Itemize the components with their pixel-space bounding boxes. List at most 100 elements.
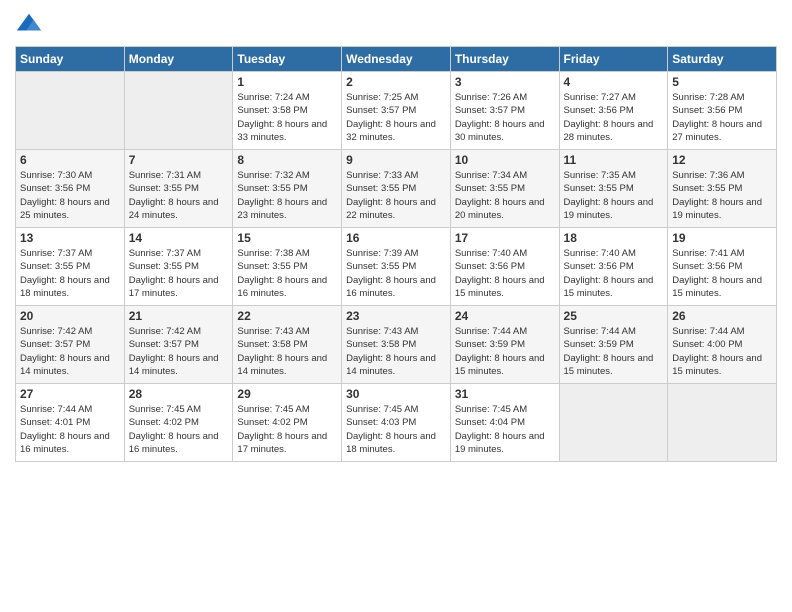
day-number: 29 bbox=[237, 387, 337, 401]
day-info: Sunrise: 7:45 AMSunset: 4:03 PMDaylight:… bbox=[346, 403, 446, 456]
calendar-week-row: 1 Sunrise: 7:24 AMSunset: 3:58 PMDaylight… bbox=[16, 72, 777, 150]
day-info: Sunrise: 7:25 AMSunset: 3:57 PMDaylight:… bbox=[346, 91, 446, 144]
day-number: 27 bbox=[20, 387, 120, 401]
day-info: Sunrise: 7:34 AMSunset: 3:55 PMDaylight:… bbox=[455, 169, 555, 222]
day-info: Sunrise: 7:40 AMSunset: 3:56 PMDaylight:… bbox=[564, 247, 664, 300]
day-info: Sunrise: 7:32 AMSunset: 3:55 PMDaylight:… bbox=[237, 169, 337, 222]
day-number: 2 bbox=[346, 75, 446, 89]
page-header bbox=[15, 10, 777, 38]
calendar-day-header: Saturday bbox=[668, 47, 777, 72]
day-info: Sunrise: 7:39 AMSunset: 3:55 PMDaylight:… bbox=[346, 247, 446, 300]
calendar-cell bbox=[16, 72, 125, 150]
day-number: 30 bbox=[346, 387, 446, 401]
day-number: 18 bbox=[564, 231, 664, 245]
day-number: 5 bbox=[672, 75, 772, 89]
calendar-cell: 7Sunrise: 7:31 AMSunset: 3:55 PMDaylight… bbox=[124, 150, 233, 228]
logo bbox=[15, 10, 47, 38]
calendar-day-header: Wednesday bbox=[342, 47, 451, 72]
calendar-cell: 22Sunrise: 7:43 AMSunset: 3:58 PMDayligh… bbox=[233, 306, 342, 384]
calendar-cell: 18 Sunrise: 7:40 AMSunset: 3:56 PMDayligh… bbox=[559, 228, 668, 306]
day-info: Sunrise: 7:38 AMSunset: 3:55 PMDaylight:… bbox=[237, 247, 337, 300]
calendar-cell: 21 Sunrise: 7:42 AMSunset: 3:57 PMDayligh… bbox=[124, 306, 233, 384]
day-info: Sunrise: 7:44 AMSunset: 3:59 PMDaylight:… bbox=[564, 325, 664, 378]
day-number: 6 bbox=[20, 153, 120, 167]
day-number: 12 bbox=[672, 153, 772, 167]
day-info: Sunrise: 7:41 AMSunset: 3:56 PMDaylight:… bbox=[672, 247, 772, 300]
calendar-cell: 8 Sunrise: 7:32 AMSunset: 3:55 PMDaylight… bbox=[233, 150, 342, 228]
calendar-week-row: 20 Sunrise: 7:42 AMSunset: 3:57 PMDayligh… bbox=[16, 306, 777, 384]
day-info: Sunrise: 7:44 AMSunset: 3:59 PMDaylight:… bbox=[455, 325, 555, 378]
day-info: Sunrise: 7:36 AMSunset: 3:55 PMDaylight:… bbox=[672, 169, 772, 222]
calendar-cell: 2 Sunrise: 7:25 AMSunset: 3:57 PMDaylight… bbox=[342, 72, 451, 150]
calendar-cell: 14Sunrise: 7:37 AMSunset: 3:55 PMDayligh… bbox=[124, 228, 233, 306]
day-number: 17 bbox=[455, 231, 555, 245]
day-info: Sunrise: 7:42 AMSunset: 3:57 PMDaylight:… bbox=[129, 325, 229, 378]
calendar-day-header: Tuesday bbox=[233, 47, 342, 72]
day-number: 4 bbox=[564, 75, 664, 89]
calendar-week-row: 6Sunrise: 7:30 AMSunset: 3:56 PMDaylight… bbox=[16, 150, 777, 228]
day-info: Sunrise: 7:43 AMSunset: 3:58 PMDaylight:… bbox=[346, 325, 446, 378]
calendar-cell: 20Sunrise: 7:42 AMSunset: 3:57 PMDayligh… bbox=[16, 306, 125, 384]
day-number: 9 bbox=[346, 153, 446, 167]
calendar-cell: 24Sunrise: 7:44 AMSunset: 3:59 PMDayligh… bbox=[450, 306, 559, 384]
calendar-cell: 27 Sunrise: 7:44 AMSunset: 4:01 PMDayligh… bbox=[16, 384, 125, 462]
day-number: 7 bbox=[129, 153, 229, 167]
day-info: Sunrise: 7:24 AMSunset: 3:58 PMDaylight:… bbox=[237, 91, 337, 144]
calendar-cell: 23 Sunrise: 7:43 AMSunset: 3:58 PMDayligh… bbox=[342, 306, 451, 384]
calendar-cell: 30 Sunrise: 7:45 AMSunset: 4:03 PMDayligh… bbox=[342, 384, 451, 462]
day-info: Sunrise: 7:44 AMSunset: 4:00 PMDaylight:… bbox=[672, 325, 772, 378]
day-number: 25 bbox=[564, 309, 664, 323]
calendar-cell: 9Sunrise: 7:33 AMSunset: 3:55 PMDaylight… bbox=[342, 150, 451, 228]
day-number: 23 bbox=[346, 309, 446, 323]
calendar-cell: 10 Sunrise: 7:34 AMSunset: 3:55 PMDayligh… bbox=[450, 150, 559, 228]
calendar-day-header: Thursday bbox=[450, 47, 559, 72]
calendar-cell bbox=[668, 384, 777, 462]
calendar-cell: 6Sunrise: 7:30 AMSunset: 3:56 PMDaylight… bbox=[16, 150, 125, 228]
calendar-cell: 28 Sunrise: 7:45 AMSunset: 4:02 PMDayligh… bbox=[124, 384, 233, 462]
calendar-cell: 5Sunrise: 7:28 AMSunset: 3:56 PMDaylight… bbox=[668, 72, 777, 150]
day-number: 15 bbox=[237, 231, 337, 245]
calendar-cell: 31 Sunrise: 7:45 AMSunset: 4:04 PMDayligh… bbox=[450, 384, 559, 462]
calendar-cell: 4 Sunrise: 7:27 AMSunset: 3:56 PMDaylight… bbox=[559, 72, 668, 150]
day-number: 21 bbox=[129, 309, 229, 323]
day-number: 19 bbox=[672, 231, 772, 245]
day-number: 20 bbox=[20, 309, 120, 323]
logo-icon bbox=[15, 10, 43, 38]
calendar-table: SundayMondayTuesdayWednesdayThursdayFrid… bbox=[15, 46, 777, 462]
day-number: 26 bbox=[672, 309, 772, 323]
day-number: 14 bbox=[129, 231, 229, 245]
day-number: 8 bbox=[237, 153, 337, 167]
calendar-day-header: Monday bbox=[124, 47, 233, 72]
day-info: Sunrise: 7:40 AMSunset: 3:56 PMDaylight:… bbox=[455, 247, 555, 300]
day-info: Sunrise: 7:44 AMSunset: 4:01 PMDaylight:… bbox=[20, 403, 120, 456]
day-number: 1 bbox=[237, 75, 337, 89]
calendar-day-header: Sunday bbox=[16, 47, 125, 72]
calendar-cell: 13 Sunrise: 7:37 AMSunset: 3:55 PMDayligh… bbox=[16, 228, 125, 306]
calendar-cell bbox=[559, 384, 668, 462]
day-number: 11 bbox=[564, 153, 664, 167]
day-info: Sunrise: 7:27 AMSunset: 3:56 PMDaylight:… bbox=[564, 91, 664, 144]
day-number: 28 bbox=[129, 387, 229, 401]
calendar-cell bbox=[124, 72, 233, 150]
day-number: 31 bbox=[455, 387, 555, 401]
day-info: Sunrise: 7:37 AMSunset: 3:55 PMDaylight:… bbox=[20, 247, 120, 300]
day-info: Sunrise: 7:26 AMSunset: 3:57 PMDaylight:… bbox=[455, 91, 555, 144]
calendar-cell: 17 Sunrise: 7:40 AMSunset: 3:56 PMDayligh… bbox=[450, 228, 559, 306]
calendar-week-row: 27 Sunrise: 7:44 AMSunset: 4:01 PMDayligh… bbox=[16, 384, 777, 462]
calendar-cell: 29 Sunrise: 7:45 AMSunset: 4:02 PMDayligh… bbox=[233, 384, 342, 462]
calendar-cell: 25 Sunrise: 7:44 AMSunset: 3:59 PMDayligh… bbox=[559, 306, 668, 384]
day-number: 3 bbox=[455, 75, 555, 89]
page-container: SundayMondayTuesdayWednesdayThursdayFrid… bbox=[0, 0, 792, 472]
calendar-day-header: Friday bbox=[559, 47, 668, 72]
calendar-cell: 19 Sunrise: 7:41 AMSunset: 3:56 PMDayligh… bbox=[668, 228, 777, 306]
day-info: Sunrise: 7:45 AMSunset: 4:02 PMDaylight:… bbox=[237, 403, 337, 456]
calendar-cell: 3 Sunrise: 7:26 AMSunset: 3:57 PMDaylight… bbox=[450, 72, 559, 150]
day-info: Sunrise: 7:45 AMSunset: 4:02 PMDaylight:… bbox=[129, 403, 229, 456]
day-number: 13 bbox=[20, 231, 120, 245]
calendar-cell: 12 Sunrise: 7:36 AMSunset: 3:55 PMDayligh… bbox=[668, 150, 777, 228]
calendar-cell: 26 Sunrise: 7:44 AMSunset: 4:00 PMDayligh… bbox=[668, 306, 777, 384]
day-number: 10 bbox=[455, 153, 555, 167]
day-info: Sunrise: 7:45 AMSunset: 4:04 PMDaylight:… bbox=[455, 403, 555, 456]
calendar-week-row: 13 Sunrise: 7:37 AMSunset: 3:55 PMDayligh… bbox=[16, 228, 777, 306]
day-number: 22 bbox=[237, 309, 337, 323]
